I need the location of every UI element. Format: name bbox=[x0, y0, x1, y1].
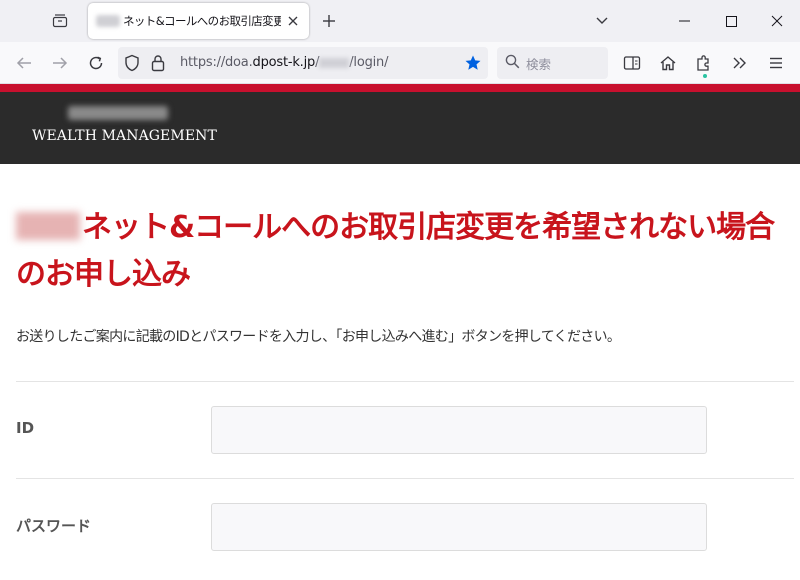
shield-icon[interactable] bbox=[124, 54, 140, 76]
bookmark-star-icon[interactable] bbox=[464, 54, 482, 76]
search-bar[interactable]: 検索 bbox=[497, 47, 608, 79]
new-tab-icon[interactable] bbox=[320, 12, 338, 30]
overflow-chevrons-icon[interactable] bbox=[730, 53, 750, 73]
url-redacted-segment bbox=[319, 57, 350, 68]
reload-icon[interactable] bbox=[86, 53, 106, 73]
id-label: ID bbox=[16, 419, 35, 437]
chevron-down-icon[interactable] bbox=[594, 13, 610, 29]
forward-arrow-icon[interactable] bbox=[50, 53, 70, 73]
minimize-icon[interactable] bbox=[662, 0, 708, 42]
page-title-text: ネット&コールへのお取引店変更を希望されない場合のお申し込み bbox=[16, 210, 775, 292]
password-label: パスワード bbox=[16, 517, 92, 535]
extension-status-dot bbox=[703, 74, 707, 78]
back-arrow-icon[interactable] bbox=[14, 53, 34, 73]
reader-view-icon[interactable] bbox=[622, 53, 642, 73]
hamburger-menu-icon[interactable] bbox=[766, 53, 786, 73]
lock-icon[interactable] bbox=[151, 54, 165, 76]
url-path: /login/ bbox=[349, 55, 389, 70]
url-prefix: https://doa. bbox=[180, 55, 253, 70]
address-bar[interactable]: https://doa.dpost-k.jp//login/ bbox=[118, 47, 488, 79]
page-title: ネット&コールへのお取引店変更を希望されない場合のお申し込み bbox=[16, 204, 786, 298]
tab-title: ネット&コールへのお取引店変更を bbox=[123, 14, 281, 28]
redacted-company-name bbox=[16, 212, 80, 240]
window-close-icon[interactable] bbox=[754, 0, 800, 42]
tab-close-icon[interactable] bbox=[285, 13, 301, 29]
tab-strip: ネット&コールへのお取引店変更を bbox=[0, 0, 800, 42]
url-host: dpost-k.jp bbox=[252, 55, 316, 70]
search-placeholder: 検索 bbox=[526, 56, 552, 72]
navigation-toolbar: https://doa.dpost-k.jp//login/ 検索 bbox=[0, 42, 800, 84]
divider bbox=[16, 478, 794, 479]
extensions-icon[interactable] bbox=[694, 53, 714, 78]
search-icon bbox=[505, 54, 520, 73]
site-header: WEALTH MANAGEMENT bbox=[0, 84, 800, 164]
maximize-icon[interactable] bbox=[708, 0, 754, 42]
redacted-logo bbox=[68, 106, 168, 120]
password-input[interactable] bbox=[211, 503, 707, 551]
url-text[interactable]: https://doa.dpost-k.jp//login/ bbox=[180, 55, 388, 70]
id-input[interactable] bbox=[211, 406, 707, 454]
active-tab[interactable]: ネット&コールへのお取引店変更を bbox=[88, 3, 309, 39]
tab-list-icon[interactable] bbox=[48, 10, 72, 32]
tab-favicon bbox=[96, 15, 120, 27]
instructions-text: お送りしたご案内に記載のIDとパスワードを入力し、「お申し込みへ進む」ボタンを押… bbox=[16, 329, 621, 345]
brand-logo-text[interactable]: WEALTH MANAGEMENT bbox=[32, 128, 217, 144]
divider bbox=[16, 381, 794, 382]
home-icon[interactable] bbox=[658, 53, 678, 73]
